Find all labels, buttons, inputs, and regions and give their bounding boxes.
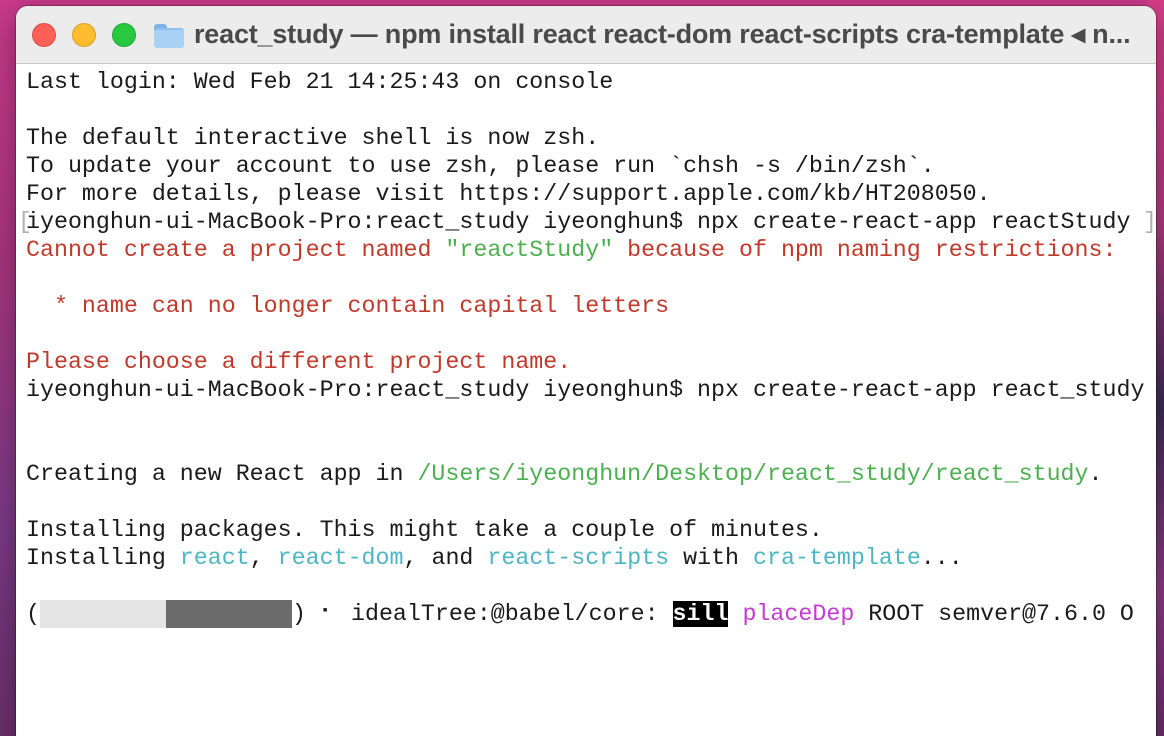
app-path: /Users/iyeonghun/Desktop/react_study/rea… bbox=[417, 461, 1089, 487]
error-text: because of npm naming restrictions: bbox=[613, 237, 1117, 263]
mark-bracket-left: [ bbox=[18, 209, 32, 235]
progress-remaining bbox=[39, 600, 166, 628]
output-text: . bbox=[1088, 461, 1103, 487]
progress-bar bbox=[39, 600, 292, 628]
terminal-line: Installing packages. This might take a c… bbox=[26, 517, 823, 543]
output-text: Creating a new React app in bbox=[26, 461, 418, 487]
npm-progress-line: () ⠂ idealTree:@babel/core: sill placeDe… bbox=[26, 600, 1156, 628]
output-text: , bbox=[249, 545, 278, 571]
output-text: Installing bbox=[26, 545, 180, 571]
minimize-button[interactable] bbox=[72, 22, 96, 47]
package-name: react-scripts bbox=[487, 545, 670, 571]
error-detail-line: * name can no longer contain capital let… bbox=[26, 293, 670, 319]
terminal-line: To update your account to use zsh, pleas… bbox=[26, 153, 935, 179]
progress-bracket: ( bbox=[26, 601, 40, 627]
zoom-button[interactable] bbox=[112, 22, 136, 47]
progress-status: ROOT semver@7.6.0 O bbox=[854, 601, 1134, 627]
terminal-window: react_study — npm install react react-do… bbox=[16, 6, 1156, 736]
log-level-badge: sill bbox=[672, 601, 729, 627]
output-text: ... bbox=[920, 545, 963, 571]
template-name: cra-template bbox=[753, 545, 921, 571]
error-text: Cannot create a project named bbox=[26, 237, 446, 263]
terminal-line: The default interactive shell is now zsh… bbox=[26, 125, 600, 151]
log-action: placeDep bbox=[742, 601, 855, 627]
folder-icon bbox=[154, 22, 184, 48]
error-line: Cannot create a project named "reactStud… bbox=[26, 236, 1156, 264]
terminal-line: Installing react, react-dom, and react-s… bbox=[26, 544, 1156, 572]
error-line: Please choose a different project name. bbox=[26, 349, 572, 375]
terminal-line: Last login: Wed Feb 21 14:25:43 on conso… bbox=[26, 69, 614, 95]
package-name: react-dom bbox=[277, 545, 404, 571]
terminal-line: For more details, please visit https://s… bbox=[26, 181, 991, 207]
window-title: react_study — npm install react react-do… bbox=[194, 19, 1131, 49]
terminal-line: Creating a new React app in /Users/iyeon… bbox=[26, 460, 1156, 488]
package-name: react bbox=[179, 545, 250, 571]
terminal-prompt-line: iyeonghun-ui-MacBook-Pro:react_study iye… bbox=[26, 377, 1145, 403]
progress-bracket: ) bbox=[291, 601, 306, 627]
title-bar[interactable]: react_study — npm install react react-do… bbox=[16, 6, 1156, 64]
error-project-name: "reactStudy" bbox=[445, 237, 614, 263]
prompt-command: iyeonghun-ui-MacBook-Pro:react_study iye… bbox=[26, 209, 1131, 235]
output-text: with bbox=[669, 545, 754, 571]
progress-fill bbox=[165, 600, 292, 628]
mark-bracket-right: ] bbox=[1143, 209, 1156, 235]
progress-status: ⠂ idealTree:@babel/core: bbox=[305, 601, 673, 627]
output-text: , and bbox=[403, 545, 488, 571]
terminal-prompt-line: [iyeonghun-ui-MacBook-Pro:react_study iy… bbox=[18, 208, 1156, 236]
close-button[interactable] bbox=[32, 22, 56, 47]
window-controls bbox=[32, 22, 152, 47]
terminal-output[interactable]: Last login: Wed Feb 21 14:25:43 on conso… bbox=[16, 64, 1156, 736]
